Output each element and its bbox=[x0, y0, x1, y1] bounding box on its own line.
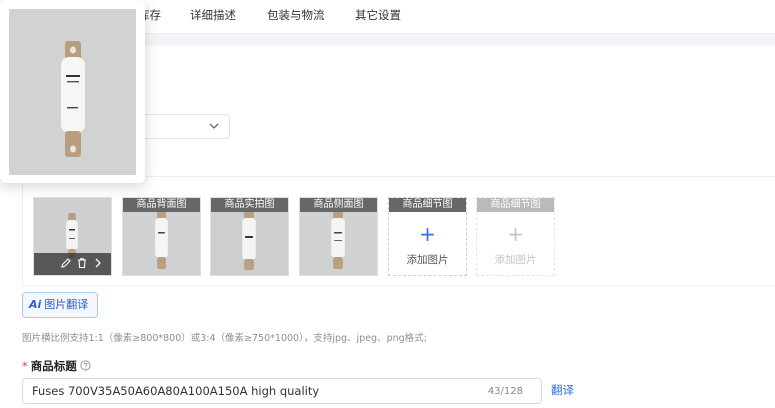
add-image-text: 添加图片 bbox=[406, 254, 449, 266]
product-title-input[interactable]: Fuses 700V35A50A60A80A100A150A high qual… bbox=[22, 378, 542, 404]
tab-packaging-logistics[interactable]: 包装与物流 bbox=[267, 7, 325, 23]
image-format-hint: 图片横比例支持1:1（像素≥800*800）或3:4（像素≥750*1000），… bbox=[22, 333, 427, 344]
fuse-photo bbox=[300, 212, 377, 275]
image-preview-popup bbox=[0, 0, 145, 183]
product-title-label: * 商品标题 bbox=[22, 358, 91, 374]
help-icon[interactable] bbox=[80, 360, 91, 371]
chevron-down-icon bbox=[209, 123, 219, 129]
ai-icon: Ai bbox=[29, 298, 42, 311]
tab-other-settings[interactable]: 其它设置 bbox=[355, 7, 401, 23]
add-image-text: 添加图片 bbox=[494, 254, 537, 266]
ai-image-translate-button[interactable]: Ai 图片翻译 bbox=[22, 292, 98, 318]
main-image-thumb[interactable] bbox=[33, 197, 112, 276]
product-title-label-text: 商品标题 bbox=[30, 359, 77, 373]
add-detail-image-button-disabled: 商品细节图 + 添加图片 bbox=[476, 197, 555, 276]
slot-label: 商品细节图 bbox=[477, 198, 554, 212]
tab-detail-description[interactable]: 详细描述 bbox=[190, 7, 236, 23]
side-image-thumb[interactable]: 商品侧面图 bbox=[299, 197, 378, 276]
plus-icon: + bbox=[507, 222, 524, 246]
thumb-label: 商品实拍图 bbox=[211, 198, 288, 212]
fuse-photo bbox=[211, 212, 288, 275]
fuse-photo-large bbox=[9, 9, 136, 175]
thumb-label: 商品侧面图 bbox=[300, 198, 377, 212]
char-count: 43/128 bbox=[487, 386, 523, 397]
page: 库存 详细描述 包装与物流 其它设置 商品背面图 商品实拍图 商品侧面图 商品细… bbox=[0, 0, 775, 408]
delete-icon[interactable] bbox=[76, 257, 88, 269]
thumb-action-bar bbox=[34, 253, 111, 275]
slot-label: 商品细节图 bbox=[389, 198, 466, 212]
add-detail-image-button[interactable]: 商品细节图 + 添加图片 bbox=[388, 197, 467, 276]
edit-icon[interactable] bbox=[60, 257, 72, 269]
ai-button-label: 图片翻译 bbox=[44, 298, 89, 311]
product-title-value: Fuses 700V35A50A60A80A100A150A high qual… bbox=[32, 384, 320, 398]
thumb-label: 商品背面图 bbox=[123, 198, 200, 212]
real-image-thumb[interactable]: 商品实拍图 bbox=[210, 197, 289, 276]
translate-link[interactable]: 翻译 bbox=[551, 382, 574, 398]
plus-icon: + bbox=[419, 222, 436, 246]
chevron-right-icon[interactable] bbox=[93, 257, 103, 269]
required-mark: * bbox=[22, 359, 28, 373]
back-image-thumb[interactable]: 商品背面图 bbox=[122, 197, 201, 276]
fuse-photo bbox=[123, 212, 200, 275]
